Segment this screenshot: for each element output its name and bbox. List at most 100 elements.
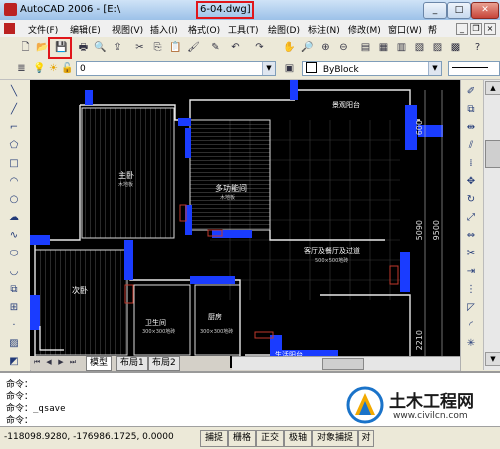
grid-toggle[interactable]: 栅格 [228, 430, 256, 447]
rotate-icon[interactable]: ↻ [463, 192, 479, 208]
ellipse-arc-icon[interactable]: ◡ [6, 264, 22, 280]
chamfer-icon[interactable]: ◸ [463, 300, 479, 316]
scroll-thumb[interactable] [322, 358, 364, 370]
menu-draw[interactable]: 绘图(D) [268, 23, 300, 36]
offset-icon[interactable]: ⫽ [463, 138, 479, 154]
cut-icon[interactable]: ✂ [132, 40, 147, 55]
insert-block-icon[interactable]: ⧉ [6, 282, 22, 298]
polyline-icon[interactable]: ⌐ [6, 120, 22, 136]
osnap-toggle[interactable]: 对象捕捉 [312, 430, 358, 447]
chevron-down-icon[interactable]: ▼ [262, 62, 275, 75]
preview-icon[interactable]: 🔍 [93, 40, 108, 55]
extend-icon[interactable]: ⇥ [463, 264, 479, 280]
trim-icon[interactable]: ✂ [463, 246, 479, 262]
point-icon[interactable]: · [6, 318, 22, 334]
menu-format[interactable]: 格式(O) [188, 23, 220, 36]
tab-next-icon[interactable]: ▶ [56, 356, 66, 368]
layer-dropdown[interactable]: 0 ▼ [76, 61, 276, 76]
spline-icon[interactable]: ∿ [6, 228, 22, 244]
redo-icon[interactable]: ↷ [252, 40, 267, 55]
publish-icon[interactable]: ⇪ [110, 40, 125, 55]
polar-toggle[interactable]: 极轴 [284, 430, 312, 447]
menu-help[interactable]: 帮 [428, 23, 437, 36]
menu-tools[interactable]: 工具(T) [228, 23, 259, 36]
ellipse-icon[interactable]: ⬭ [6, 246, 22, 262]
menu-window[interactable]: 窗口(W) [388, 23, 422, 36]
array-icon[interactable]: ⁞ [463, 156, 479, 172]
scroll-up-icon[interactable]: ▲ [485, 81, 500, 95]
vertical-scrollbar[interactable]: ▲ ▼ [483, 80, 500, 370]
tab-layout1[interactable]: 布局1 [116, 356, 148, 371]
new-file-icon[interactable]: 🗋 [18, 40, 33, 55]
pan-icon[interactable]: ✋ [282, 40, 297, 55]
menu-file[interactable]: 文件(F) [28, 23, 58, 36]
menu-dimension[interactable]: 标注(N) [308, 23, 340, 36]
paste-icon[interactable]: 📋 [168, 40, 183, 55]
doc-minimize-icon[interactable]: _ [456, 23, 468, 35]
horizontal-scrollbar[interactable] [232, 356, 460, 370]
room-label: 卫生间 [145, 319, 166, 327]
menu-modify[interactable]: 修改(M) [348, 23, 381, 36]
snap-toggle[interactable]: 捕捉 [200, 430, 228, 447]
arc-icon[interactable]: ◠ [6, 174, 22, 190]
move-icon[interactable]: ✥ [463, 174, 479, 190]
chevron-down-icon[interactable]: ▼ [428, 62, 441, 75]
construction-line-icon[interactable]: ╱ [6, 102, 22, 118]
line-icon[interactable]: ╲ [6, 84, 22, 100]
scroll-thumb[interactable] [485, 140, 500, 168]
erase-icon[interactable]: ✐ [463, 84, 479, 100]
layer-manager-icon[interactable]: ≣ [14, 61, 29, 76]
minimize-button[interactable]: _ [423, 2, 447, 19]
room-label: 景观阳台 [332, 101, 360, 109]
scroll-down-icon[interactable]: ▼ [485, 352, 500, 366]
calculator-icon[interactable]: ▩ [448, 40, 463, 55]
pencil-icon[interactable]: ✎ [208, 40, 223, 55]
tab-prev-icon[interactable]: ◀ [44, 356, 54, 368]
match-properties-icon[interactable]: 🖌 [186, 40, 201, 55]
tab-first-icon[interactable]: ⏮ [32, 356, 42, 368]
tab-last-icon[interactable]: ⏭ [68, 356, 78, 368]
explode-icon[interactable]: ✳ [463, 336, 479, 352]
plot-icon[interactable]: 🖶 [76, 40, 91, 55]
revision-cloud-icon[interactable]: ☁ [6, 210, 22, 226]
ortho-toggle[interactable]: 正交 [256, 430, 284, 447]
command-prompt[interactable]: 命令： [6, 413, 33, 426]
tab-model[interactable]: 模型 [86, 356, 113, 371]
sheet-set-icon[interactable]: ▧ [412, 40, 427, 55]
break-icon[interactable]: ⋮ [463, 282, 479, 298]
polygon-icon[interactable]: ⬠ [6, 138, 22, 154]
undo-icon[interactable]: ↶ [228, 40, 243, 55]
otrack-toggle[interactable]: 对 [358, 430, 374, 447]
make-current-icon[interactable]: ▣ [282, 61, 297, 76]
color-dropdown[interactable]: ByBlock ▼ [302, 61, 442, 76]
hatch-icon[interactable]: ▨ [6, 336, 22, 352]
design-center-icon[interactable]: ▦ [376, 40, 391, 55]
copy-object-icon[interactable]: ⧉ [463, 102, 479, 118]
menu-insert[interactable]: 插入(I) [150, 23, 178, 36]
help-icon[interactable]: ? [470, 40, 485, 55]
tool-palettes-icon[interactable]: ▥ [394, 40, 409, 55]
tab-layout2[interactable]: 布局2 [148, 356, 180, 371]
make-block-icon[interactable]: ⊞ [6, 300, 22, 316]
doc-close-icon[interactable]: × [484, 23, 496, 35]
scale-icon[interactable]: ⤢ [463, 210, 479, 226]
zoom-previous-icon[interactable]: ⊖ [336, 40, 351, 55]
circle-icon[interactable]: ○ [6, 192, 22, 208]
close-button[interactable]: ✕ [471, 2, 499, 19]
copy-icon[interactable]: ⎘ [150, 40, 165, 55]
linetype-dropdown[interactable] [448, 61, 500, 76]
rectangle-icon[interactable]: □ [6, 156, 22, 172]
fillet-icon[interactable]: ◜ [463, 318, 479, 334]
region-icon[interactable]: ◩ [6, 354, 22, 370]
maximize-button[interactable]: □ [447, 2, 471, 19]
markup-icon[interactable]: ▨ [430, 40, 445, 55]
zoom-window-icon[interactable]: ⊕ [318, 40, 333, 55]
drawing-area[interactable]: 主卧 木地板 多功能间 木地板 客厅及餐厅及过道 500×500地砖 次卧 卫生… [30, 80, 460, 368]
properties-icon[interactable]: ▤ [358, 40, 373, 55]
menu-view[interactable]: 视图(V) [112, 23, 143, 36]
menu-edit[interactable]: 编辑(E) [70, 23, 101, 36]
zoom-realtime-icon[interactable]: 🔎 [300, 40, 315, 55]
stretch-icon[interactable]: ⇔ [463, 228, 479, 244]
mirror-icon[interactable]: ⇹ [463, 120, 479, 136]
doc-restore-icon[interactable]: ❐ [470, 23, 482, 35]
